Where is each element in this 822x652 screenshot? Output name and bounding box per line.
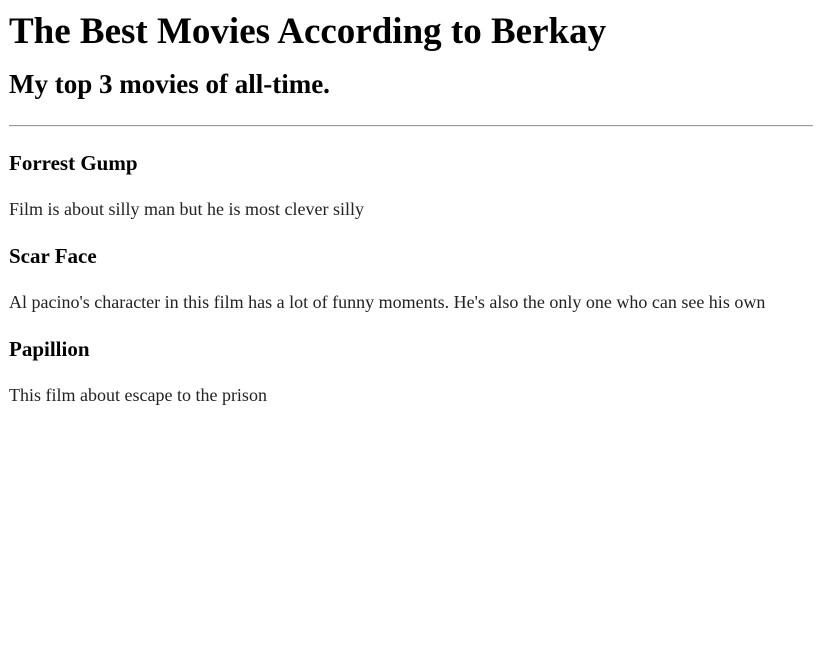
movie-description-scar-face: Al pacino's character in this film has a… [9,292,766,312]
movie-title-papillion: Papillion [9,337,90,361]
page-title: The Best Movies According to Berkay [9,11,607,52]
movie-title-scar-face: Scar Face [9,244,97,268]
movie-description-papillion: This film about escape to the prison [9,385,267,405]
movie-title-forrest-gump: Forrest Gump [9,151,138,175]
page-content: The Best Movies According to Berkay My t… [0,0,822,407]
page-subtitle: My top 3 movies of all-time. [9,69,330,99]
movie-description-forrest-gump: Film is about silly man but he is most c… [9,199,364,219]
divider [9,125,813,127]
